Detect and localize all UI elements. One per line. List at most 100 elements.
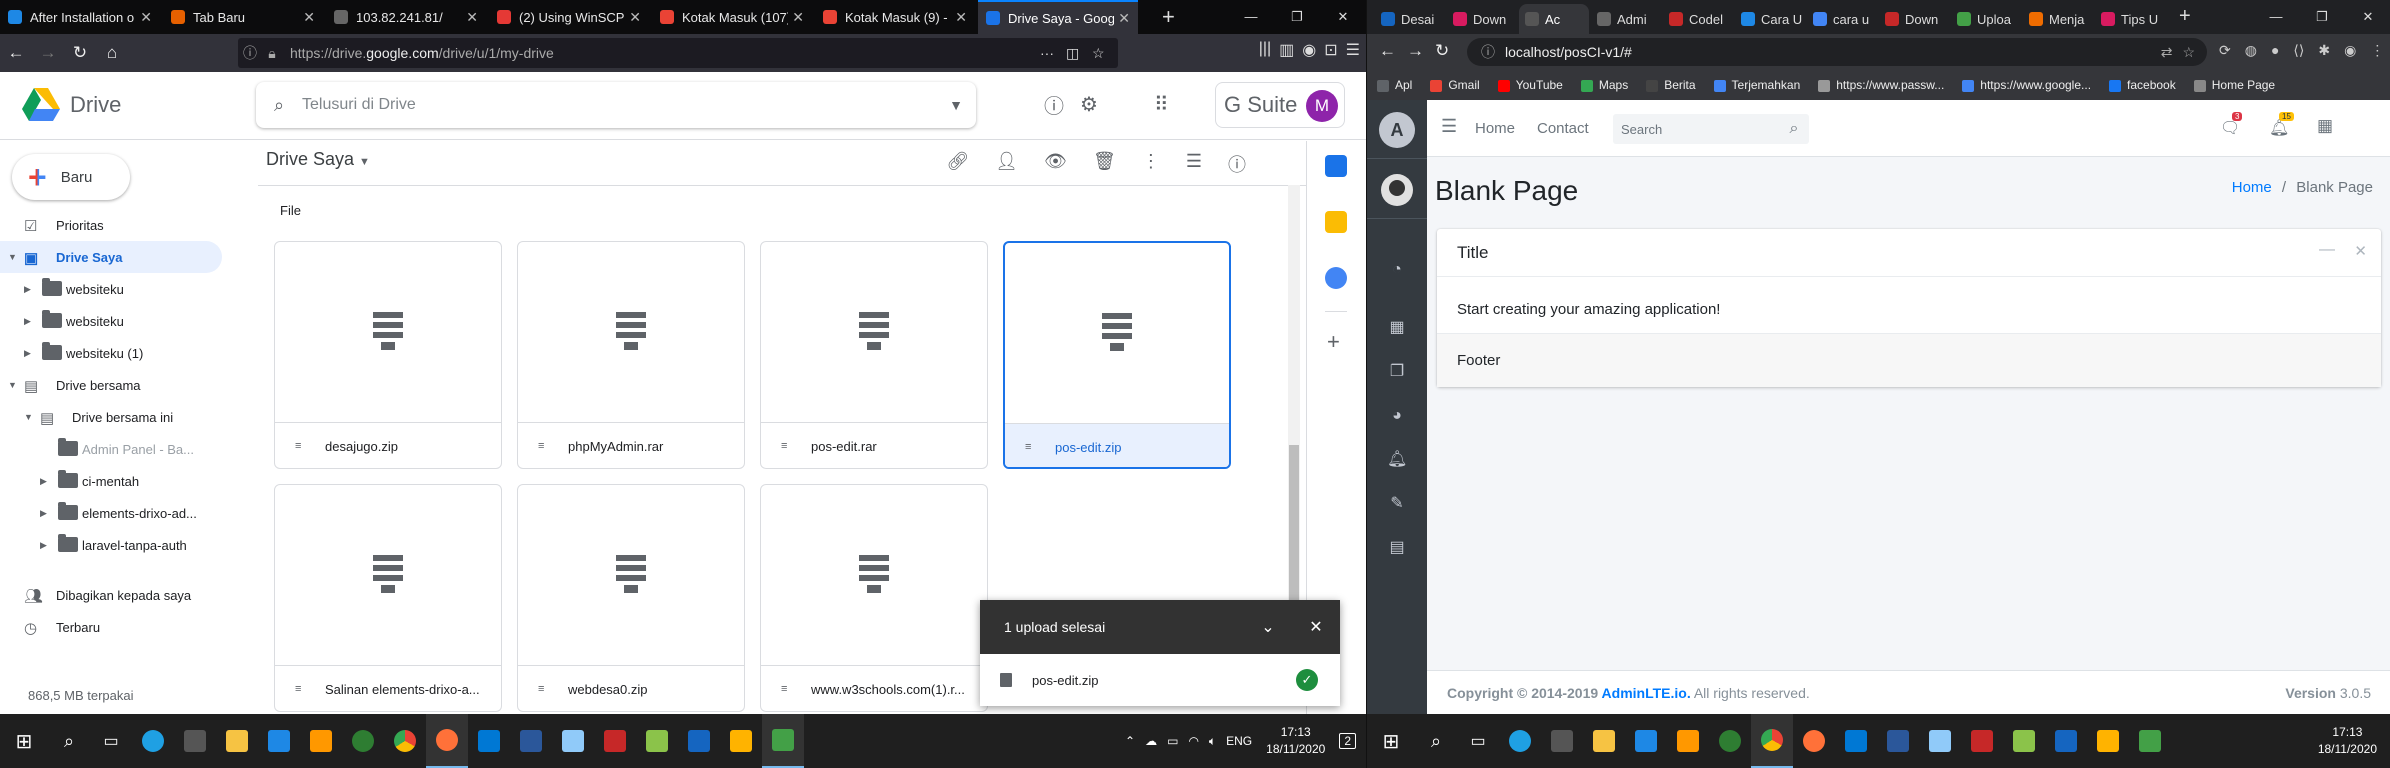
bookmark-label[interactable]: https://www.google... bbox=[1980, 78, 2091, 92]
tab-title[interactable]: 103.82.241.81/ bbox=[356, 10, 462, 25]
gitkraken-icon[interactable] bbox=[1709, 714, 1751, 768]
url-bar[interactable]: ⓘ 🔒︎ https://drive.google.com/drive/u/1/… bbox=[238, 38, 1118, 68]
sidebar-item[interactable]: ▶ elements-drixo-ad... bbox=[0, 497, 258, 529]
cloud-icon[interactable]: ☁ bbox=[1145, 734, 1157, 748]
bookmark-label[interactable]: Gmail bbox=[1448, 78, 1479, 92]
close-icon[interactable]: ✕ bbox=[1292, 617, 1340, 637]
file-name-row[interactable]: ≡ webdesa0.zip bbox=[518, 665, 744, 711]
chrome-tab[interactable]: Admi bbox=[1591, 4, 1661, 34]
chevron-down-icon[interactable]: ▼ bbox=[359, 156, 370, 168]
drive-search-box[interactable]: ⌕ Telusuri di Drive ▼ bbox=[256, 82, 976, 128]
firefox-tab[interactable]: Drive Saya - Google ✕ bbox=[978, 0, 1138, 34]
sidebar-icon[interactable]: ▥ bbox=[1279, 40, 1294, 60]
bookmark-item[interactable]: Berita bbox=[1646, 78, 1696, 92]
wifi-icon[interactable]: ◠ bbox=[1188, 734, 1198, 748]
avatar[interactable]: M bbox=[1306, 90, 1338, 122]
translate-icon[interactable]: ⇄ bbox=[2161, 44, 2173, 61]
sidebar-item[interactable]: ▶ ci-mentah bbox=[0, 465, 258, 497]
close-window-icon[interactable]: ✕ bbox=[2345, 0, 2390, 34]
file-name[interactable]: desajugo.zip bbox=[325, 439, 398, 454]
file-name[interactable]: pos-edit.rar bbox=[811, 439, 877, 454]
chrome-tab[interactable]: cara u bbox=[1807, 4, 1877, 34]
close-tab-icon[interactable]: ✕ bbox=[466, 9, 478, 26]
home-icon[interactable]: ⌂ bbox=[96, 37, 128, 69]
tab-title[interactable]: Drive Saya - Google bbox=[1008, 11, 1114, 26]
control-sidebar-icon[interactable]: ▦ bbox=[2317, 116, 2333, 136]
close-tab-icon[interactable]: ✕ bbox=[955, 9, 967, 26]
sidebar-item[interactable]: ▶ websiteku (1) bbox=[0, 337, 258, 369]
tab-title[interactable]: After Installation o bbox=[30, 10, 136, 25]
extensions-puzzle-icon[interactable]: ✱ bbox=[2318, 42, 2330, 59]
notepadpp-icon[interactable] bbox=[636, 714, 678, 768]
breadcrumb[interactable]: Drive Saya ▼ bbox=[266, 149, 370, 170]
url-text[interactable]: https://drive.google.com/drive/u/1/my-dr… bbox=[282, 45, 1040, 61]
expand-caret-icon[interactable]: ▶ bbox=[24, 316, 34, 327]
file-name[interactable]: webdesa0.zip bbox=[568, 682, 648, 697]
expand-caret-icon[interactable]: ▶ bbox=[40, 540, 50, 551]
user-avatar[interactable] bbox=[1381, 174, 1413, 206]
menu-icon[interactable]: ☰ bbox=[1346, 40, 1360, 60]
volume-icon[interactable]: 🔈︎ bbox=[1209, 734, 1216, 749]
expand-caret-icon[interactable]: ▼ bbox=[8, 380, 18, 390]
tasks-icon[interactable] bbox=[1325, 267, 1347, 289]
firefox-tab[interactable]: 103.82.241.81/ ✕ bbox=[326, 0, 486, 34]
file-name-row[interactable]: ≡ Salinan elements-drixo-a... bbox=[275, 665, 501, 711]
word-icon[interactable] bbox=[1877, 714, 1919, 768]
sidebar-item[interactable]: ▼ ▣ Drive Saya bbox=[0, 241, 222, 273]
language-indicator[interactable]: ENG bbox=[1226, 734, 1252, 748]
file-name-row[interactable]: ≡ pos-edit.rar bbox=[761, 422, 987, 468]
adminlte-link[interactable]: AdminLTE.io. bbox=[1602, 685, 1691, 701]
add-person-icon[interactable]: 👤︎ bbox=[995, 151, 1018, 177]
new-tab-icon[interactable]: + bbox=[2179, 5, 2191, 28]
file-explorer-icon[interactable] bbox=[1583, 714, 1625, 768]
app-icon[interactable] bbox=[1961, 714, 2003, 768]
tab-title[interactable]: Menja bbox=[2049, 12, 2084, 27]
charts-pie-icon[interactable]: ◕ bbox=[1387, 406, 1407, 426]
file-card[interactable]: ≡ desajugo.zip bbox=[274, 241, 502, 469]
file-card[interactable]: ≡ www.w3schools.com(1).r... bbox=[760, 484, 988, 712]
firefox-icon[interactable] bbox=[1793, 714, 1835, 768]
chrome-tab[interactable]: Tips U bbox=[2095, 4, 2165, 34]
file-name[interactable]: pos-edit.zip bbox=[1055, 440, 1121, 455]
sidebar-item[interactable]: 👥︎ Dibagikan kepada saya bbox=[0, 579, 258, 611]
bookmark-star-icon[interactable]: ☆ bbox=[1092, 45, 1118, 62]
bookmark-item[interactable]: https://www.passw... bbox=[1818, 78, 1944, 92]
edge-icon[interactable] bbox=[1499, 714, 1541, 768]
file-card[interactable]: ≡ pos-edit.zip bbox=[1003, 241, 1231, 469]
collapse-icon[interactable]: ⌄ bbox=[1244, 617, 1292, 637]
details-info-icon[interactable]: ⓘ bbox=[1228, 151, 1246, 177]
firefox-tab[interactable]: After Installation o ✕ bbox=[0, 0, 160, 34]
notification-center-icon[interactable]: 2 bbox=[1339, 733, 1356, 749]
forward-icon[interactable]: → bbox=[32, 37, 64, 69]
forms-edit-icon[interactable]: ✎ bbox=[1387, 494, 1407, 514]
tab-title[interactable]: Kotak Masuk (9) - 1 bbox=[845, 10, 951, 25]
tab-title[interactable]: Down bbox=[1473, 12, 1506, 27]
bookmark-item[interactable]: Gmail bbox=[1430, 78, 1480, 92]
search-input[interactable]: Search bbox=[1613, 122, 1779, 137]
upload-file-name[interactable]: pos-edit.zip bbox=[1032, 673, 1296, 688]
sidebar-item[interactable]: ▼ ▤ Drive bersama bbox=[0, 369, 258, 401]
paint-icon[interactable] bbox=[720, 714, 762, 768]
gsuite-account[interactable]: G Suite M bbox=[1215, 82, 1345, 128]
pages-icon[interactable]: ❐ bbox=[1387, 362, 1407, 382]
file-thumbnail[interactable] bbox=[1005, 243, 1229, 423]
tab-title[interactable]: Ac bbox=[1545, 12, 1560, 27]
drive-logo[interactable]: Drive bbox=[22, 88, 121, 122]
list-view-icon[interactable]: ☰ bbox=[1186, 151, 1202, 177]
bookmark-item[interactable]: facebook bbox=[2109, 78, 2176, 92]
file-explorer-icon[interactable] bbox=[216, 714, 258, 768]
expand-caret-icon[interactable]: ▶ bbox=[40, 508, 50, 519]
tab-title[interactable]: Down bbox=[1905, 12, 1938, 27]
extension-icon[interactable]: ● bbox=[2271, 42, 2279, 59]
info-icon[interactable]: ⓘ bbox=[238, 43, 262, 63]
file-name[interactable]: phpMyAdmin.rar bbox=[568, 439, 663, 454]
tab-title[interactable]: Desai bbox=[1401, 12, 1434, 27]
settings-gear-icon[interactable]: ⚙ bbox=[1080, 92, 1098, 117]
tab-title[interactable]: Cara U bbox=[1761, 12, 1802, 27]
restore-icon[interactable]: ❐ bbox=[2299, 0, 2345, 34]
file-card[interactable]: ≡ webdesa0.zip bbox=[517, 484, 745, 712]
task-view-icon[interactable]: ▭ bbox=[1457, 714, 1499, 768]
sidebar-item-label[interactable]: Terbaru bbox=[56, 620, 100, 635]
preview-eye-icon[interactable]: 👁︎ bbox=[1044, 151, 1067, 177]
sidebar-item-label[interactable]: Drive bersama bbox=[56, 378, 141, 393]
